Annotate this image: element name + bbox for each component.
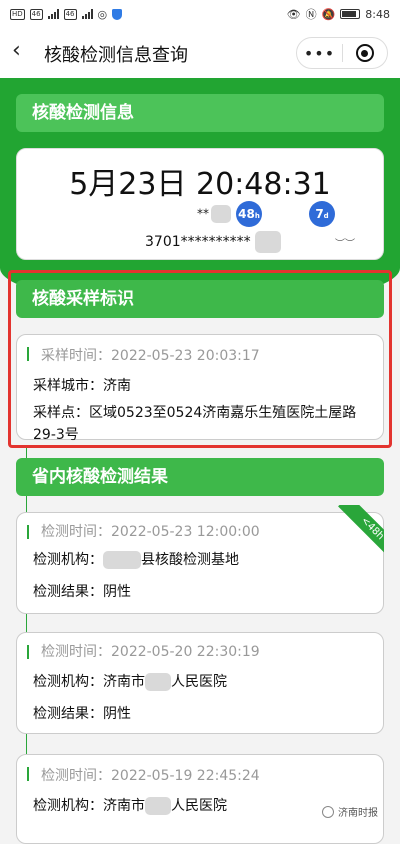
status-time: 8:48	[365, 7, 390, 21]
result-org: 检测机构：济南市 人民医院	[33, 797, 227, 815]
result-time: 检测时间：2022-05-19 22:45:24	[41, 768, 260, 784]
result-card: 检测时间：2022-05-20 22:30:19 检测机构：济南市 人民医院 检测…	[16, 632, 384, 734]
result-card: 检测时间：2022-05-23 12:00:00 检测机构： 县核酸检测基地 检测…	[16, 512, 384, 614]
nav-bar: ‹ 核酸检测信息查询 •••	[0, 28, 400, 78]
mini-program-capsule: •••	[296, 37, 388, 69]
battery-icon	[340, 9, 361, 19]
current-datetime: 5月23日 20:48:31	[69, 167, 331, 202]
eye-icon: 👁	[286, 7, 301, 21]
signal-4g-icon-2: 46	[63, 8, 77, 20]
page-title: 核酸检测信息查询	[44, 45, 188, 66]
result-outcome: 检测结果：阴性	[33, 584, 131, 600]
hotspot-icon: ◎	[97, 7, 108, 21]
result-org: 检测机构： 县核酸检测基地	[33, 551, 239, 569]
signal-bars-icon	[47, 9, 59, 19]
card-accent-bar	[27, 645, 29, 659]
toggle-visibility-icon[interactable]: ︶︶	[335, 235, 355, 250]
card-accent-bar	[27, 525, 29, 539]
watermark: 济南时报	[322, 804, 378, 819]
result-time: 检测时间：2022-05-23 12:00:00	[41, 524, 260, 540]
mute-icon: 🔕	[321, 7, 336, 21]
nfc-icon: Ⓝ	[305, 8, 317, 21]
status-bar: HD 46 46 ◎ 👁 Ⓝ 🔕 8:48	[0, 0, 400, 28]
result-outcome: 检测结果：阴性	[33, 706, 131, 722]
more-dots-icon[interactable]: •••	[297, 44, 342, 63]
result-time: 检测时间：2022-05-20 22:30:19	[41, 644, 260, 660]
results-header: 省内核酸检测结果	[16, 458, 384, 496]
id-number: 3701**********	[145, 231, 281, 253]
datetime-card: 5月23日 20:48:31 ** 48h 7d 3701********** …	[16, 148, 384, 260]
sampling-site: 采样点：区域0523至0524济南嘉乐生殖医院土屋路29-3号	[33, 405, 357, 443]
48h-badge[interactable]: 48h	[236, 201, 262, 227]
sampling-city: 采样城市：济南	[33, 378, 131, 394]
hd-icon: HD	[10, 8, 25, 20]
signal-4g-icon: 46	[29, 8, 43, 20]
card-accent-bar	[27, 767, 29, 781]
close-target-icon[interactable]	[343, 44, 387, 62]
48h-ribbon: <48h	[336, 505, 384, 561]
sampling-time: 采样时间：2022-05-23 20:03:17	[41, 348, 260, 364]
result-org: 检测机构：济南市 人民医院	[33, 673, 227, 691]
signal-bars-icon-2	[81, 9, 93, 19]
test-info-header: 核酸检测信息	[16, 94, 384, 132]
result-card: 检测时间：2022-05-19 22:45:24 检测机构：济南市 人民医院	[16, 754, 384, 844]
card-accent-bar	[27, 347, 29, 361]
masked-name: **	[197, 205, 231, 223]
watermark-logo-icon	[322, 805, 334, 818]
shield-icon	[112, 8, 123, 20]
sampling-card: 采样时间：2022-05-23 20:03:17 采样城市：济南 采样点：区域0…	[16, 334, 384, 443]
sampling-header: 核酸采样标识	[16, 280, 384, 318]
7d-badge[interactable]: 7d	[309, 201, 335, 227]
back-icon[interactable]: ‹	[12, 40, 36, 64]
